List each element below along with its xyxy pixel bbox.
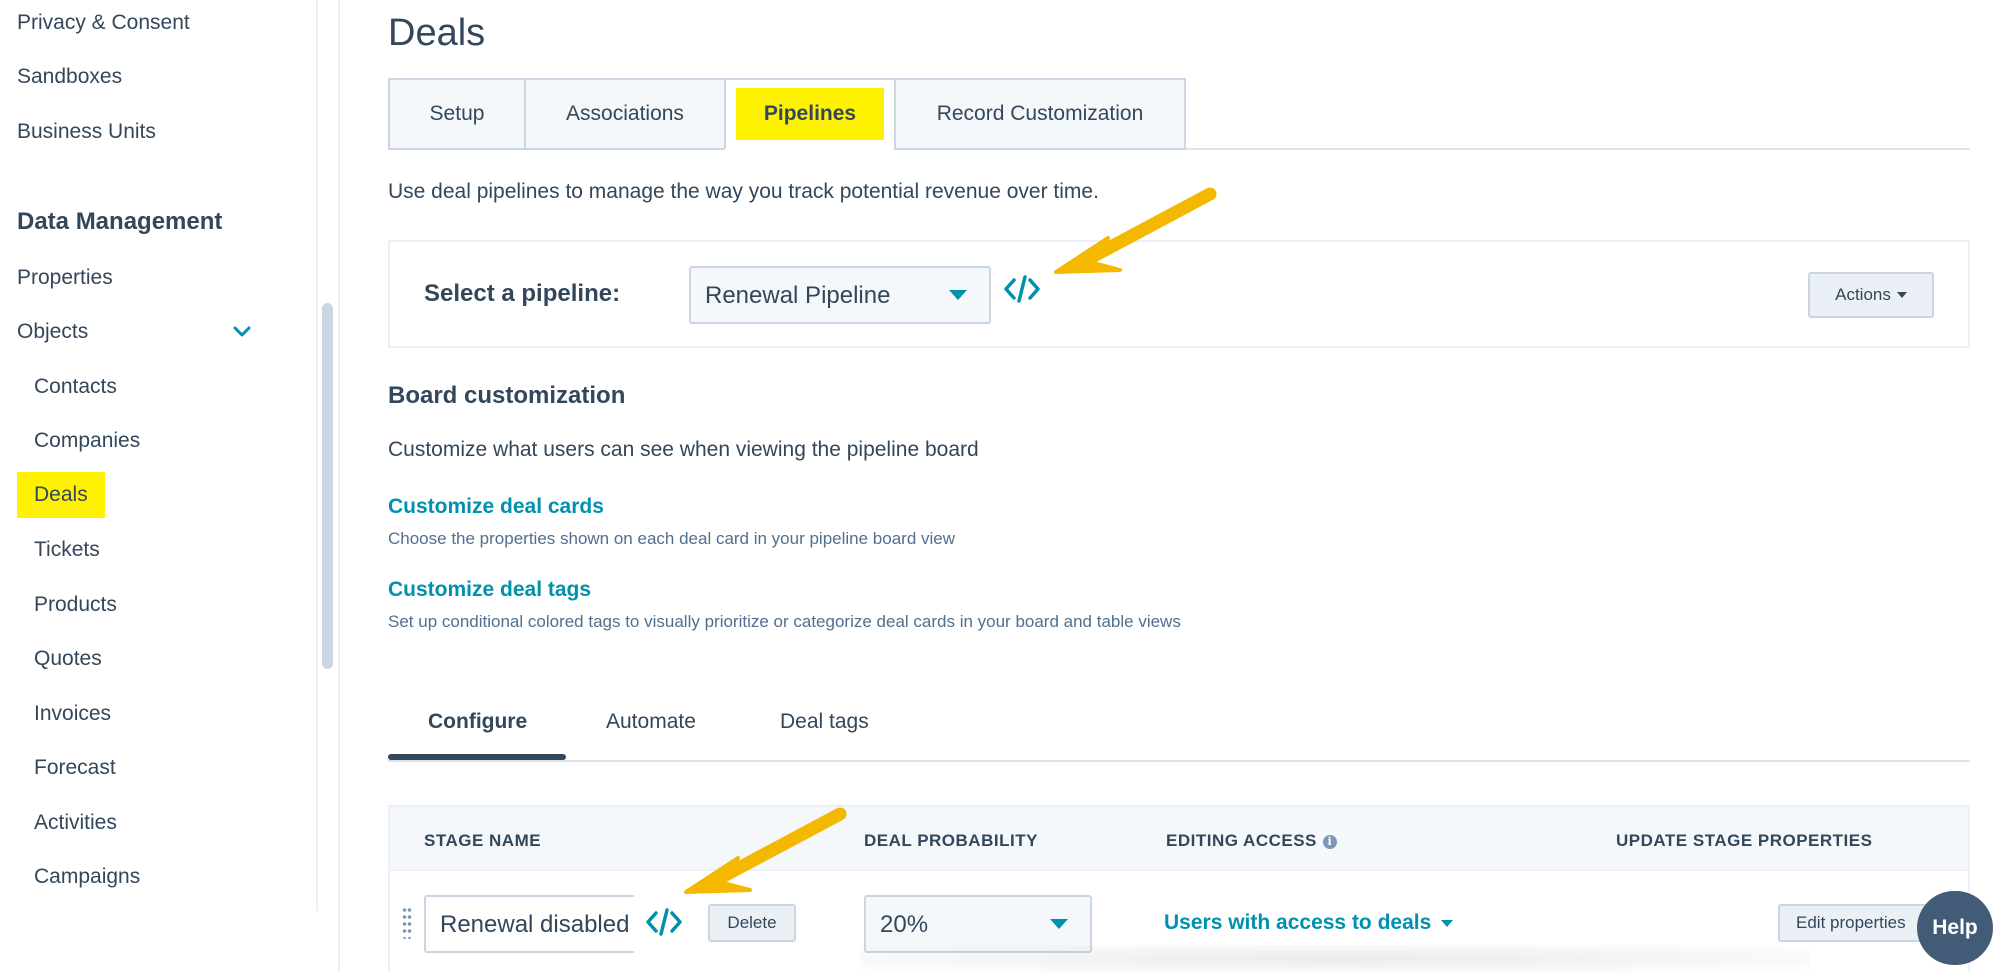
tab-label: Setup [429, 102, 485, 125]
sidebar-item-contacts[interactable]: Contacts [34, 372, 117, 402]
caret-down-icon [1441, 919, 1454, 927]
customize-deal-cards-link[interactable]: Customize deal cards [388, 495, 604, 519]
pipeline-select-value: Renewal Pipeline [705, 282, 891, 309]
column-header-deal-probability: DEAL PROBABILITY [864, 831, 1038, 850]
sidebar-item-invoices[interactable]: Invoices [34, 699, 111, 729]
info-icon[interactable]: i [1322, 834, 1337, 849]
chevron-down-icon[interactable] [232, 322, 252, 342]
sidebar-item-deals[interactable]: Deals [17, 472, 105, 518]
sidebar-section-heading: Data Management [17, 208, 223, 235]
pipeline-subtabs: Configure Automate Deal tags [388, 700, 1970, 762]
code-icon[interactable] [1004, 274, 1040, 304]
help-label: Help [1932, 916, 1978, 939]
caret-down-icon [1896, 292, 1907, 298]
caret-down-icon [949, 290, 967, 300]
deal-probability-value: 20% [880, 911, 929, 938]
tab-record-customization[interactable]: Record Customization [894, 78, 1186, 150]
edit-properties-button[interactable]: Edit properties [1778, 904, 1928, 942]
sidebar-scrollbar-thumb[interactable] [322, 303, 333, 669]
sidebar-item-forecast[interactable]: Forecast [34, 753, 116, 783]
caret-down-icon [1050, 919, 1068, 929]
sidebar-item-tickets[interactable]: Tickets [34, 535, 100, 565]
subtab-deal-tags[interactable]: Deal tags [780, 710, 869, 734]
sidebar-item-quotes[interactable]: Quotes [34, 644, 102, 674]
delete-stage-button[interactable]: Delete [708, 904, 796, 942]
stage-name-value: Renewal disabled [440, 911, 630, 938]
table-header: STAGE NAME DEAL PROBABILITY EDITING ACCE… [390, 807, 1968, 871]
pipeline-selector-panel: Select a pipeline: Renewal Pipeline Acti… [388, 240, 1970, 348]
sidebar: Privacy & Consent Sandboxes Business Uni… [0, 0, 318, 911]
actions-button[interactable]: Actions [1808, 272, 1934, 318]
tab-associations[interactable]: Associations [524, 78, 726, 150]
edit-properties-label: Edit properties [1796, 913, 1906, 932]
sidebar-item-privacy-consent[interactable]: Privacy & Consent [17, 8, 190, 38]
sidebar-item-business-units[interactable]: Business Units [17, 117, 156, 147]
subtab-configure[interactable]: Configure [428, 710, 527, 734]
bottom-shadow [860, 945, 1810, 972]
sidebar-item-activities[interactable]: Activities [34, 808, 117, 838]
tab-label: Associations [566, 102, 684, 125]
sidebar-item-companies[interactable]: Companies [34, 426, 140, 456]
tab-pipelines[interactable]: Pipelines [724, 78, 896, 150]
sidebar-item-sandboxes[interactable]: Sandboxes [17, 62, 122, 92]
actions-label: Actions [1835, 285, 1891, 304]
delete-label: Delete [727, 913, 777, 932]
column-header-stage-name: STAGE NAME [424, 831, 542, 850]
customize-deal-tags-link[interactable]: Customize deal tags [388, 578, 591, 602]
main-content: Deals Setup Associations Pipelines Recor… [340, 0, 2000, 972]
code-icon[interactable] [646, 907, 682, 937]
active-subtab-indicator [388, 754, 566, 760]
column-header-editing-access: EDITING ACCESS i [1166, 831, 1337, 851]
sidebar-item-products[interactable]: Products [34, 590, 117, 620]
sidebar-item-properties[interactable]: Properties [17, 263, 113, 293]
editing-access-dropdown[interactable]: Users with access to deals [1164, 911, 1454, 935]
tab-label: Pipelines [735, 88, 885, 140]
tab-label: Record Customization [936, 102, 1144, 125]
sidebar-item-objects[interactable]: Objects [17, 317, 88, 347]
help-button[interactable]: Help [1917, 891, 1993, 965]
board-customization-description: Customize what users can see when viewin… [388, 438, 979, 461]
drag-handle-icon[interactable] [402, 907, 412, 939]
tab-setup[interactable]: Setup [388, 78, 526, 150]
column-header-label: EDITING ACCESS [1166, 831, 1317, 850]
sidebar-item-campaigns[interactable]: Campaigns [34, 862, 140, 892]
subtab-automate[interactable]: Automate [606, 710, 696, 734]
stage-name-input[interactable]: Renewal disabled [424, 895, 634, 953]
pipeline-label: Select a pipeline: [424, 280, 621, 307]
page-title: Deals [388, 12, 486, 54]
column-header-update-stage-properties: UPDATE STAGE PROPERTIES [1616, 831, 1873, 850]
pipeline-select[interactable]: Renewal Pipeline [689, 266, 991, 324]
editing-access-value: Users with access to deals [1164, 911, 1432, 934]
board-customization-title: Board customization [388, 382, 626, 409]
customize-deal-tags-description: Set up conditional colored tags to visua… [388, 612, 1181, 631]
customize-deal-cards-description: Choose the properties shown on each deal… [388, 529, 956, 548]
tab-bar: Setup Associations Pipelines Record Cust… [388, 78, 1970, 150]
intro-text: Use deal pipelines to manage the way you… [388, 180, 1099, 203]
